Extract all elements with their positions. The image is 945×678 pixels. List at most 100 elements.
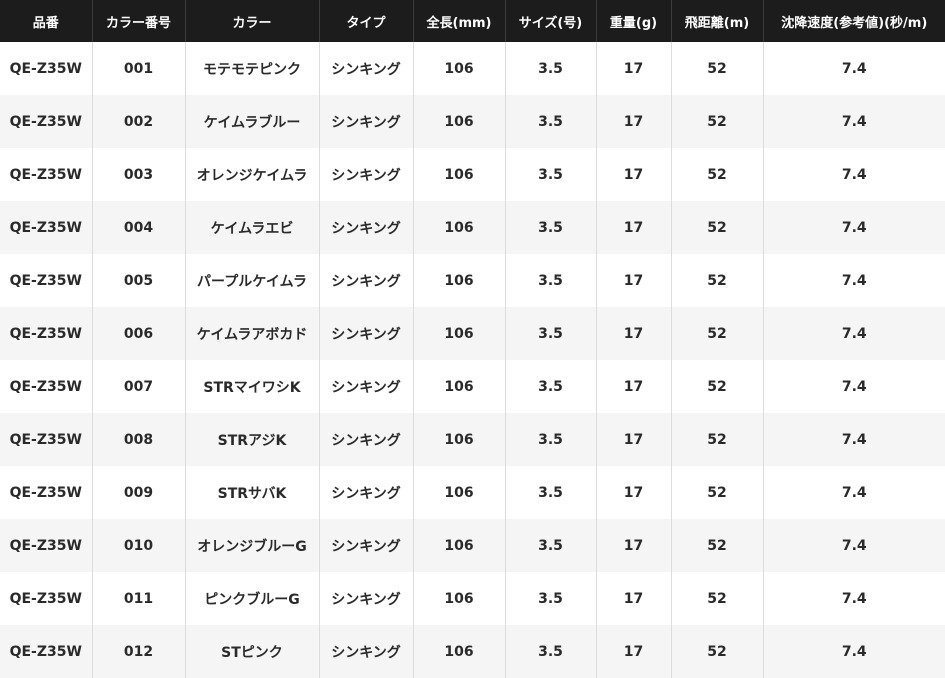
cell-weight: 17	[596, 625, 672, 678]
cell-color: ピンクブルーG	[185, 572, 320, 625]
cell-color: ケイムラブルー	[185, 95, 320, 148]
cell-size: 3.5	[505, 148, 597, 201]
cell-size: 3.5	[505, 519, 597, 572]
cell-product-code: QE-Z35W	[0, 148, 93, 201]
cell-size: 3.5	[505, 254, 597, 307]
cell-type: シンキング	[319, 148, 414, 201]
table-header-row: 品番 カラー番号 カラー タイプ 全長(mm) サイズ(号) 重量(g) 飛距離…	[0, 0, 945, 42]
cell-size: 3.5	[505, 307, 597, 360]
cell-color-number: 008	[92, 413, 186, 466]
cell-sink-rate: 7.4	[763, 466, 945, 519]
cell-weight: 17	[596, 413, 672, 466]
cell-size: 3.5	[505, 413, 597, 466]
cell-weight: 17	[596, 360, 672, 413]
cell-product-code: QE-Z35W	[0, 466, 93, 519]
cell-sink-rate: 7.4	[763, 254, 945, 307]
cell-type: シンキング	[319, 572, 414, 625]
cell-weight: 17	[596, 148, 672, 201]
cell-sink-rate: 7.4	[763, 413, 945, 466]
table-row: QE-Z35W 004 ケイムラエビ シンキング 106 3.5 17 52 7.4	[0, 201, 945, 254]
cell-color-number: 011	[92, 572, 186, 625]
cell-type: シンキング	[319, 201, 414, 254]
cell-color-number: 006	[92, 307, 186, 360]
cell-sink-rate: 7.4	[763, 307, 945, 360]
cell-distance: 52	[671, 360, 764, 413]
cell-product-code: QE-Z35W	[0, 360, 93, 413]
table-row: QE-Z35W 007 STRマイワシK シンキング 106 3.5 17 52 7.4	[0, 360, 945, 413]
table-row: QE-Z35W 001 モテモテピンク シンキング 106 3.5 17 52 7.4	[0, 42, 945, 95]
cell-distance: 52	[671, 148, 764, 201]
header-size: サイズ(号)	[505, 0, 597, 42]
cell-color: STピンク	[185, 625, 320, 678]
cell-sink-rate: 7.4	[763, 42, 945, 95]
cell-color-number: 010	[92, 519, 186, 572]
cell-length: 106	[413, 95, 506, 148]
cell-product-code: QE-Z35W	[0, 625, 93, 678]
cell-distance: 52	[671, 466, 764, 519]
header-distance: 飛距離(m)	[671, 0, 764, 42]
cell-distance: 52	[671, 413, 764, 466]
cell-color-number: 009	[92, 466, 186, 519]
cell-color: オレンジブルーG	[185, 519, 320, 572]
cell-distance: 52	[671, 42, 764, 95]
header-sink-rate: 沈降速度(参考値)(秒/m)	[763, 0, 945, 42]
cell-length: 106	[413, 572, 506, 625]
cell-product-code: QE-Z35W	[0, 42, 93, 95]
cell-color-number: 001	[92, 42, 186, 95]
cell-distance: 52	[671, 519, 764, 572]
cell-distance: 52	[671, 625, 764, 678]
header-type: タイプ	[319, 0, 414, 42]
cell-color-number: 005	[92, 254, 186, 307]
cell-sink-rate: 7.4	[763, 519, 945, 572]
cell-weight: 17	[596, 95, 672, 148]
cell-length: 106	[413, 625, 506, 678]
cell-distance: 52	[671, 201, 764, 254]
table-row: QE-Z35W 012 STピンク シンキング 106 3.5 17 52 7.4	[0, 625, 945, 678]
table-row: QE-Z35W 011 ピンクブルーG シンキング 106 3.5 17 52 7.4	[0, 572, 945, 625]
cell-product-code: QE-Z35W	[0, 572, 93, 625]
cell-sink-rate: 7.4	[763, 95, 945, 148]
cell-type: シンキング	[319, 254, 414, 307]
cell-size: 3.5	[505, 625, 597, 678]
header-weight: 重量(g)	[596, 0, 672, 42]
cell-color-number: 002	[92, 95, 186, 148]
cell-sink-rate: 7.4	[763, 572, 945, 625]
cell-weight: 17	[596, 307, 672, 360]
cell-weight: 17	[596, 42, 672, 95]
cell-length: 106	[413, 254, 506, 307]
cell-color: ケイムラアボカド	[185, 307, 320, 360]
cell-type: シンキング	[319, 466, 414, 519]
header-color-number: カラー番号	[92, 0, 186, 42]
cell-size: 3.5	[505, 95, 597, 148]
spec-table: 品番 カラー番号 カラー タイプ 全長(mm) サイズ(号) 重量(g) 飛距離…	[0, 0, 945, 678]
cell-weight: 17	[596, 201, 672, 254]
cell-size: 3.5	[505, 572, 597, 625]
cell-type: シンキング	[319, 360, 414, 413]
cell-length: 106	[413, 519, 506, 572]
cell-product-code: QE-Z35W	[0, 519, 93, 572]
table-row: QE-Z35W 003 オレンジケイムラ シンキング 106 3.5 17 52 7.4	[0, 148, 945, 201]
cell-color: ケイムラエビ	[185, 201, 320, 254]
cell-length: 106	[413, 466, 506, 519]
cell-weight: 17	[596, 519, 672, 572]
table-row: QE-Z35W 008 STRアジK シンキング 106 3.5 17 52 7.4	[0, 413, 945, 466]
table-row: QE-Z35W 002 ケイムラブルー シンキング 106 3.5 17 52 7.4	[0, 95, 945, 148]
cell-type: シンキング	[319, 95, 414, 148]
cell-type: シンキング	[319, 519, 414, 572]
table-row: QE-Z35W 009 STRサバK シンキング 106 3.5 17 52 7.4	[0, 466, 945, 519]
cell-sink-rate: 7.4	[763, 625, 945, 678]
cell-color: STRサバK	[185, 466, 320, 519]
cell-size: 3.5	[505, 360, 597, 413]
cell-weight: 17	[596, 572, 672, 625]
cell-length: 106	[413, 201, 506, 254]
cell-product-code: QE-Z35W	[0, 307, 93, 360]
cell-color: モテモテピンク	[185, 42, 320, 95]
cell-length: 106	[413, 413, 506, 466]
cell-length: 106	[413, 148, 506, 201]
cell-color: パープルケイムラ	[185, 254, 320, 307]
cell-color-number: 003	[92, 148, 186, 201]
header-color: カラー	[185, 0, 320, 42]
cell-product-code: QE-Z35W	[0, 95, 93, 148]
cell-length: 106	[413, 307, 506, 360]
cell-product-code: QE-Z35W	[0, 413, 93, 466]
